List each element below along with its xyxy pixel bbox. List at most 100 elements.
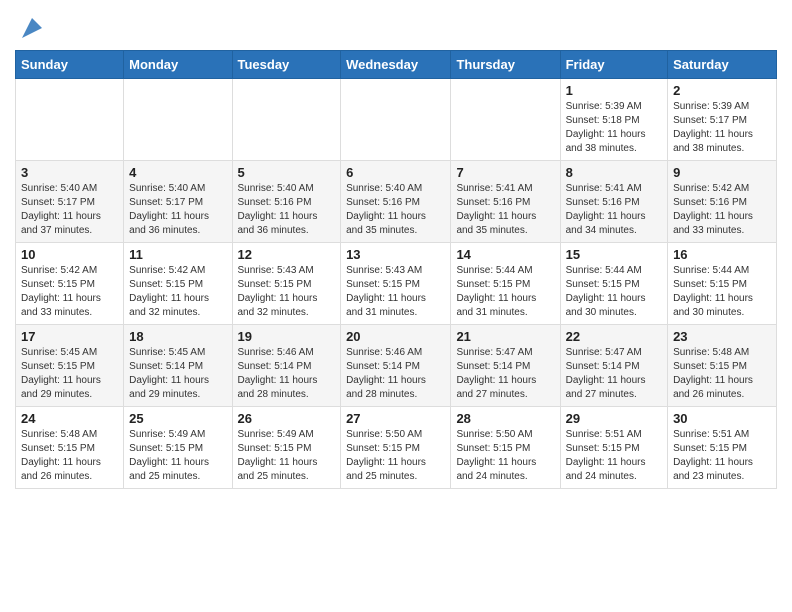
- calendar-cell: [451, 79, 560, 161]
- day-number: 12: [238, 247, 336, 262]
- calendar-cell: 6 Sunrise: 5:40 AM Sunset: 5:16 PM Daylig…: [341, 161, 451, 243]
- day-number: 8: [566, 165, 662, 180]
- day-number: 22: [566, 329, 662, 344]
- day-info: Sunrise: 5:39 AM Sunset: 5:17 PM Dayligh…: [673, 100, 771, 156]
- day-info: Sunrise: 5:40 AM Sunset: 5:17 PM Dayligh…: [21, 182, 118, 238]
- day-number: 11: [129, 247, 226, 262]
- day-info: Sunrise: 5:48 AM Sunset: 5:15 PM Dayligh…: [21, 428, 118, 484]
- calendar-cell: 9 Sunrise: 5:42 AM Sunset: 5:16 PM Daylig…: [668, 161, 777, 243]
- day-info: Sunrise: 5:45 AM Sunset: 5:15 PM Dayligh…: [21, 346, 118, 402]
- calendar-cell: 30Sunrise: 5:51 AM Sunset: 5:15 PM Dayli…: [668, 407, 777, 489]
- calendar-cell: 8 Sunrise: 5:41 AM Sunset: 5:16 PM Daylig…: [560, 161, 667, 243]
- calendar-cell: 10 Sunrise: 5:42 AM Sunset: 5:15 PM Dayli…: [16, 243, 124, 325]
- day-number: 16: [673, 247, 771, 262]
- header: [15, 10, 777, 42]
- day-number: 9: [673, 165, 771, 180]
- calendar-cell: 27 Sunrise: 5:50 AM Sunset: 5:15 PM Dayli…: [341, 407, 451, 489]
- day-info: Sunrise: 5:49 AM Sunset: 5:15 PM Dayligh…: [238, 428, 336, 484]
- logo: [15, 18, 46, 42]
- day-info: Sunrise: 5:50 AM Sunset: 5:15 PM Dayligh…: [346, 428, 445, 484]
- week-row-2: 3 Sunrise: 5:40 AM Sunset: 5:17 PM Daylig…: [16, 161, 777, 243]
- day-number: 15: [566, 247, 662, 262]
- day-number: 10: [21, 247, 118, 262]
- day-number: 19: [238, 329, 336, 344]
- calendar-cell: 11 Sunrise: 5:42 AM Sunset: 5:15 PM Dayli…: [124, 243, 232, 325]
- weekday-header-tuesday: Tuesday: [232, 51, 341, 79]
- calendar-cell: 12 Sunrise: 5:43 AM Sunset: 5:15 PM Dayli…: [232, 243, 341, 325]
- calendar-cell: [341, 79, 451, 161]
- day-number: 27: [346, 411, 445, 426]
- page: SundayMondayTuesdayWednesdayThursdayFrid…: [0, 0, 792, 504]
- calendar-cell: 26 Sunrise: 5:49 AM Sunset: 5:15 PM Dayli…: [232, 407, 341, 489]
- calendar-cell: 18Sunrise: 5:45 AM Sunset: 5:14 PM Dayli…: [124, 325, 232, 407]
- calendar-cell: [232, 79, 341, 161]
- day-number: 17: [21, 329, 118, 344]
- calendar-cell: [16, 79, 124, 161]
- day-info: Sunrise: 5:41 AM Sunset: 5:16 PM Dayligh…: [566, 182, 662, 238]
- day-info: Sunrise: 5:43 AM Sunset: 5:15 PM Dayligh…: [346, 264, 445, 320]
- day-info: Sunrise: 5:41 AM Sunset: 5:16 PM Dayligh…: [456, 182, 554, 238]
- day-info: Sunrise: 5:44 AM Sunset: 5:15 PM Dayligh…: [566, 264, 662, 320]
- day-number: 26: [238, 411, 336, 426]
- logo-icon: [18, 14, 46, 42]
- day-number: 4: [129, 165, 226, 180]
- calendar-cell: 7Sunrise: 5:41 AM Sunset: 5:16 PM Daylig…: [451, 161, 560, 243]
- weekday-header-wednesday: Wednesday: [341, 51, 451, 79]
- day-info: Sunrise: 5:44 AM Sunset: 5:15 PM Dayligh…: [456, 264, 554, 320]
- day-number: 28: [456, 411, 554, 426]
- day-number: 18: [129, 329, 226, 344]
- calendar-cell: 24 Sunrise: 5:48 AM Sunset: 5:15 PM Dayli…: [16, 407, 124, 489]
- calendar-cell: 17 Sunrise: 5:45 AM Sunset: 5:15 PM Dayli…: [16, 325, 124, 407]
- calendar-cell: 21 Sunrise: 5:47 AM Sunset: 5:14 PM Dayli…: [451, 325, 560, 407]
- calendar-cell: 2 Sunrise: 5:39 AM Sunset: 5:17 PM Daylig…: [668, 79, 777, 161]
- day-number: 29: [566, 411, 662, 426]
- calendar-cell: 4 Sunrise: 5:40 AM Sunset: 5:17 PM Daylig…: [124, 161, 232, 243]
- day-info: Sunrise: 5:48 AM Sunset: 5:15 PM Dayligh…: [673, 346, 771, 402]
- calendar-cell: 20 Sunrise: 5:46 AM Sunset: 5:14 PM Dayli…: [341, 325, 451, 407]
- day-number: 5: [238, 165, 336, 180]
- week-row-4: 17 Sunrise: 5:45 AM Sunset: 5:15 PM Dayli…: [16, 325, 777, 407]
- day-number: 6: [346, 165, 445, 180]
- weekday-header-row: SundayMondayTuesdayWednesdayThursdayFrid…: [16, 51, 777, 79]
- calendar-cell: 23 Sunrise: 5:48 AM Sunset: 5:15 PM Dayli…: [668, 325, 777, 407]
- day-number: 13: [346, 247, 445, 262]
- day-info: Sunrise: 5:40 AM Sunset: 5:16 PM Dayligh…: [346, 182, 445, 238]
- day-info: Sunrise: 5:46 AM Sunset: 5:14 PM Dayligh…: [346, 346, 445, 402]
- day-number: 20: [346, 329, 445, 344]
- day-number: 24: [21, 411, 118, 426]
- day-info: Sunrise: 5:51 AM Sunset: 5:15 PM Dayligh…: [566, 428, 662, 484]
- calendar-cell: [124, 79, 232, 161]
- weekday-header-sunday: Sunday: [16, 51, 124, 79]
- day-info: Sunrise: 5:40 AM Sunset: 5:17 PM Dayligh…: [129, 182, 226, 238]
- day-number: 23: [673, 329, 771, 344]
- week-row-1: 1Sunrise: 5:39 AM Sunset: 5:18 PM Daylig…: [16, 79, 777, 161]
- day-info: Sunrise: 5:42 AM Sunset: 5:15 PM Dayligh…: [21, 264, 118, 320]
- day-info: Sunrise: 5:43 AM Sunset: 5:15 PM Dayligh…: [238, 264, 336, 320]
- day-number: 2: [673, 83, 771, 98]
- weekday-header-thursday: Thursday: [451, 51, 560, 79]
- weekday-header-monday: Monday: [124, 51, 232, 79]
- day-info: Sunrise: 5:47 AM Sunset: 5:14 PM Dayligh…: [456, 346, 554, 402]
- day-info: Sunrise: 5:49 AM Sunset: 5:15 PM Dayligh…: [129, 428, 226, 484]
- day-number: 25: [129, 411, 226, 426]
- day-number: 3: [21, 165, 118, 180]
- day-info: Sunrise: 5:42 AM Sunset: 5:16 PM Dayligh…: [673, 182, 771, 238]
- calendar-cell: 29 Sunrise: 5:51 AM Sunset: 5:15 PM Dayli…: [560, 407, 667, 489]
- calendar-cell: 1Sunrise: 5:39 AM Sunset: 5:18 PM Daylig…: [560, 79, 667, 161]
- day-info: Sunrise: 5:40 AM Sunset: 5:16 PM Dayligh…: [238, 182, 336, 238]
- day-info: Sunrise: 5:42 AM Sunset: 5:15 PM Dayligh…: [129, 264, 226, 320]
- calendar-cell: 14 Sunrise: 5:44 AM Sunset: 5:15 PM Dayli…: [451, 243, 560, 325]
- week-row-3: 10 Sunrise: 5:42 AM Sunset: 5:15 PM Dayli…: [16, 243, 777, 325]
- day-number: 14: [456, 247, 554, 262]
- week-row-5: 24 Sunrise: 5:48 AM Sunset: 5:15 PM Dayli…: [16, 407, 777, 489]
- weekday-header-friday: Friday: [560, 51, 667, 79]
- calendar-cell: 16Sunrise: 5:44 AM Sunset: 5:15 PM Dayli…: [668, 243, 777, 325]
- calendar-cell: 22 Sunrise: 5:47 AM Sunset: 5:14 PM Dayli…: [560, 325, 667, 407]
- calendar: SundayMondayTuesdayWednesdayThursdayFrid…: [15, 50, 777, 489]
- day-number: 1: [566, 83, 662, 98]
- calendar-cell: 19Sunrise: 5:46 AM Sunset: 5:14 PM Dayli…: [232, 325, 341, 407]
- calendar-cell: 25 Sunrise: 5:49 AM Sunset: 5:15 PM Dayli…: [124, 407, 232, 489]
- day-number: 21: [456, 329, 554, 344]
- day-info: Sunrise: 5:47 AM Sunset: 5:14 PM Dayligh…: [566, 346, 662, 402]
- calendar-cell: 13 Sunrise: 5:43 AM Sunset: 5:15 PM Dayli…: [341, 243, 451, 325]
